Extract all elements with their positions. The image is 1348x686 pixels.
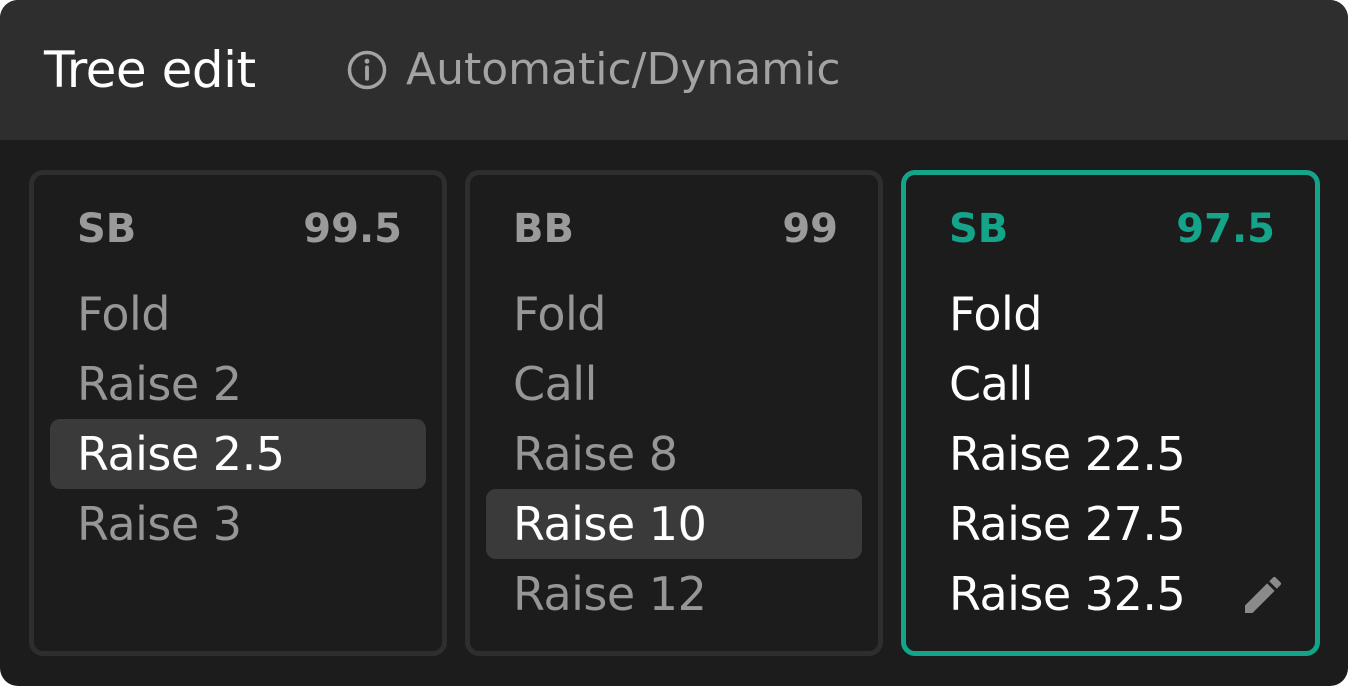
card-header: SB 97.5 [949,203,1275,255]
panel-header: Tree edit Automatic/Dynamic [0,0,1348,140]
mode-indicator[interactable]: Automatic/Dynamic [346,40,841,100]
action-item-call[interactable]: Call [922,349,1227,419]
player-position: SB [77,206,137,252]
action-item-raise-10-selected[interactable]: Raise 10 [486,489,862,559]
action-card-3-active[interactable]: SB 97.5 Fold Call Raise 22.5 Raise 27.5 … [901,170,1320,656]
stack-size: 99.5 [303,206,402,252]
action-card-2[interactable]: BB 99 Fold Call Raise 8 Raise 10 Raise 1… [465,170,883,656]
player-position: BB [513,206,574,252]
action-item-raise-2[interactable]: Raise 2 [50,349,426,419]
panel-title: Tree edit [44,41,256,99]
card-header: BB 99 [513,203,838,255]
action-card-1[interactable]: SB 99.5 Fold Raise 2 Raise 2.5 Raise 3 [29,170,447,656]
pencil-icon[interactable] [1239,571,1287,619]
action-item-call[interactable]: Call [486,349,862,419]
mode-label: Automatic/Dynamic [406,44,841,95]
action-item-fold[interactable]: Fold [50,279,426,349]
player-position: SB [949,206,1009,252]
action-item-raise-12[interactable]: Raise 12 [486,559,862,629]
action-item-raise-27-5[interactable]: Raise 27.5 [922,489,1227,559]
action-item-raise-2-5-selected[interactable]: Raise 2.5 [50,419,426,489]
info-circle-icon [347,50,387,90]
action-item-fold[interactable]: Fold [922,279,1227,349]
action-list: Fold Raise 2 Raise 2.5 Raise 3 [50,279,426,559]
stack-size: 99 [782,206,838,252]
action-item-raise-22-5[interactable]: Raise 22.5 [922,419,1227,489]
stack-size: 97.5 [1176,206,1275,252]
action-item-raise-3[interactable]: Raise 3 [50,489,426,559]
action-item-raise-8[interactable]: Raise 8 [486,419,862,489]
action-list: Fold Call Raise 22.5 Raise 27.5 Raise 32… [922,279,1227,629]
card-header: SB 99.5 [77,203,402,255]
tree-edit-panel: Tree edit Automatic/Dynamic SB 99.5 Fold… [0,0,1348,686]
action-item-fold[interactable]: Fold [486,279,862,349]
action-list: Fold Call Raise 8 Raise 10 Raise 12 [486,279,862,629]
action-item-raise-32-5[interactable]: Raise 32.5 [922,559,1227,629]
